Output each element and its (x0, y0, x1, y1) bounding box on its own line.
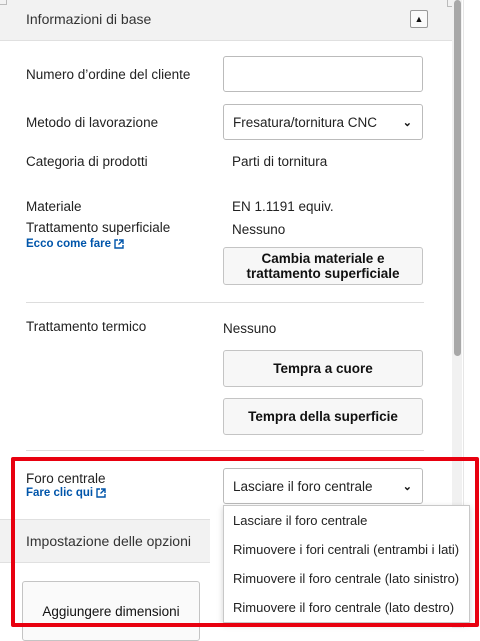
external-link-icon (114, 239, 124, 249)
surface-help-link-text: Ecco come fare (26, 238, 112, 250)
change-material-button[interactable]: Cambia materiale e trattamento superfici… (223, 247, 423, 285)
heat-treatment-value: Nessuno (223, 321, 277, 336)
material-value: EN 1.1191 equiv. (232, 199, 334, 214)
collapse-button[interactable]: ▲ (410, 10, 428, 28)
divider (26, 450, 424, 451)
panel-corner (0, 0, 7, 5)
order-number-label: Numero d’ordine del cliente (26, 67, 191, 82)
material-label: Materiale (26, 199, 82, 214)
machining-label: Metodo di lavorazione (26, 115, 159, 130)
scrollbar-thumb[interactable] (454, 0, 461, 356)
triangle-up-icon: ▲ (414, 14, 424, 24)
surface-value: Nessuno (232, 222, 286, 237)
surface-help-link[interactable]: Ecco come fare (26, 238, 124, 250)
machining-selected: Fresatura/tornitura CNC (233, 114, 378, 130)
surface-harden-button[interactable]: Tempra della superficie (223, 398, 423, 435)
order-number-input[interactable] (223, 56, 423, 92)
highlight-box (11, 457, 479, 627)
divider (26, 302, 424, 303)
chevron-down-icon: ⌄ (402, 116, 412, 129)
through-harden-button[interactable]: Tempra a cuore (223, 350, 423, 387)
category-label: Categoria di prodotti (26, 154, 148, 169)
heat-treatment-label: Trattamento termico (26, 319, 147, 334)
surface-label: Trattamento superficiale (26, 220, 171, 235)
category-value: Parti di tornitura (232, 154, 328, 169)
machining-select[interactable]: Fresatura/tornitura CNC ⌄ (223, 104, 423, 140)
section-title: Informazioni di base (26, 11, 152, 27)
